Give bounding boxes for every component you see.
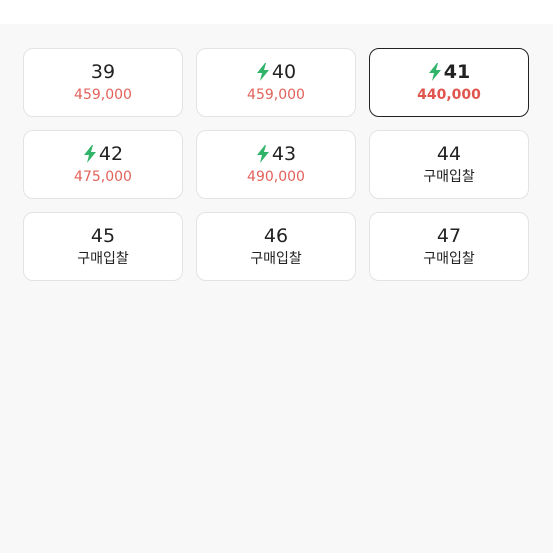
size-price: 490,000 — [247, 169, 305, 185]
size-row: 45 — [91, 224, 115, 248]
size-label: 43 — [271, 143, 297, 165]
size-option-47[interactable]: 47 구매입찰 — [369, 212, 529, 281]
lightning-bolt-icon — [428, 63, 442, 81]
size-label: 45 — [90, 225, 116, 247]
size-row: 46 — [264, 224, 288, 248]
size-label: 41 — [443, 61, 471, 83]
size-option-41[interactable]: 41 440,000 — [369, 48, 529, 117]
purchase-bid-label: 구매입찰 — [77, 251, 129, 267]
size-row: 39 — [91, 60, 115, 84]
size-price: 459,000 — [74, 87, 132, 103]
size-label: 46 — [263, 225, 289, 247]
size-label: 40 — [271, 61, 297, 83]
size-price: 475,000 — [74, 169, 132, 185]
purchase-bid-label: 구매입찰 — [423, 169, 475, 185]
size-option-44[interactable]: 44 구매입찰 — [369, 130, 529, 199]
size-price: 440,000 — [417, 87, 481, 103]
size-option-42[interactable]: 42 475,000 — [23, 130, 183, 199]
size-row: 42 — [83, 142, 123, 166]
size-option-grid: 39 459,000 40 459,000 41 440,000 42 475,… — [23, 48, 530, 281]
purchase-bid-label: 구매입찰 — [423, 251, 475, 267]
top-header-band — [0, 0, 553, 24]
size-option-39[interactable]: 39 459,000 — [23, 48, 183, 117]
size-row: 44 — [437, 142, 461, 166]
size-label: 39 — [90, 61, 116, 83]
lightning-bolt-icon — [256, 63, 270, 81]
size-option-40[interactable]: 40 459,000 — [196, 48, 356, 117]
size-label: 42 — [98, 143, 124, 165]
size-row: 47 — [437, 224, 461, 248]
size-price: 459,000 — [247, 87, 305, 103]
size-row: 43 — [256, 142, 296, 166]
lightning-bolt-icon — [83, 145, 97, 163]
size-option-46[interactable]: 46 구매입찰 — [196, 212, 356, 281]
purchase-bid-label: 구매입찰 — [250, 251, 302, 267]
size-label: 47 — [436, 225, 462, 247]
lightning-bolt-icon — [256, 145, 270, 163]
size-label: 44 — [436, 143, 462, 165]
size-row: 41 — [428, 60, 470, 84]
size-row: 40 — [256, 60, 296, 84]
size-option-45[interactable]: 45 구매입찰 — [23, 212, 183, 281]
size-option-43[interactable]: 43 490,000 — [196, 130, 356, 199]
